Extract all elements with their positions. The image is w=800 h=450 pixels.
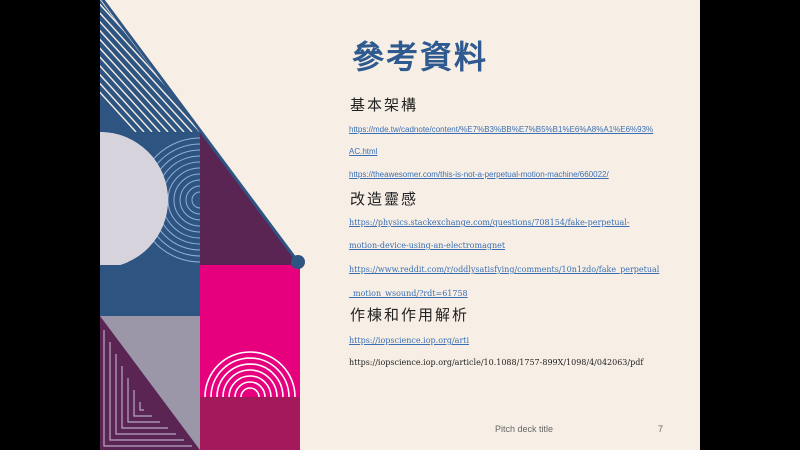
reference-url-text: https://iopscience.iop.org/article/10.10…: [349, 358, 644, 367]
section-heading-basic-structure: 基本架構: [350, 96, 419, 114]
reference-link[interactable]: https://theawesomer.com/this-is-not-a-pe…: [349, 170, 609, 179]
page-number: 7: [658, 424, 664, 434]
reference-link[interactable]: https://iopscience.iop.org/arti: [349, 336, 469, 345]
nested-triangles: [100, 316, 200, 450]
striped-triangle: [100, 0, 200, 132]
reference-link[interactable]: https://physics.stackexchange.com/questi…: [349, 218, 630, 227]
decorative-artwork: [100, 0, 305, 450]
reference-link[interactable]: _motion_wsound/?rdt=61758: [349, 289, 468, 298]
slide: 參考資料 基本架構 https://mde.tw/cadnote/content…: [100, 0, 700, 450]
reference-link[interactable]: https://www.reddit.com/r/oddlysatisfying…: [349, 265, 659, 274]
section-heading-action-analysis: 作棟和作用解析: [350, 306, 470, 324]
reference-link[interactable]: motion-device-using-an-electromagnet: [349, 241, 505, 250]
section-heading-modification-inspiration: 改造靈感: [350, 190, 419, 208]
reference-link[interactable]: https://mde.tw/cadnote/content/%E7%B3%BB…: [349, 125, 653, 134]
slide-title: 參考資料: [352, 38, 489, 76]
reference-link[interactable]: AC.html: [349, 147, 377, 156]
footer-title: Pitch deck title: [495, 424, 554, 434]
